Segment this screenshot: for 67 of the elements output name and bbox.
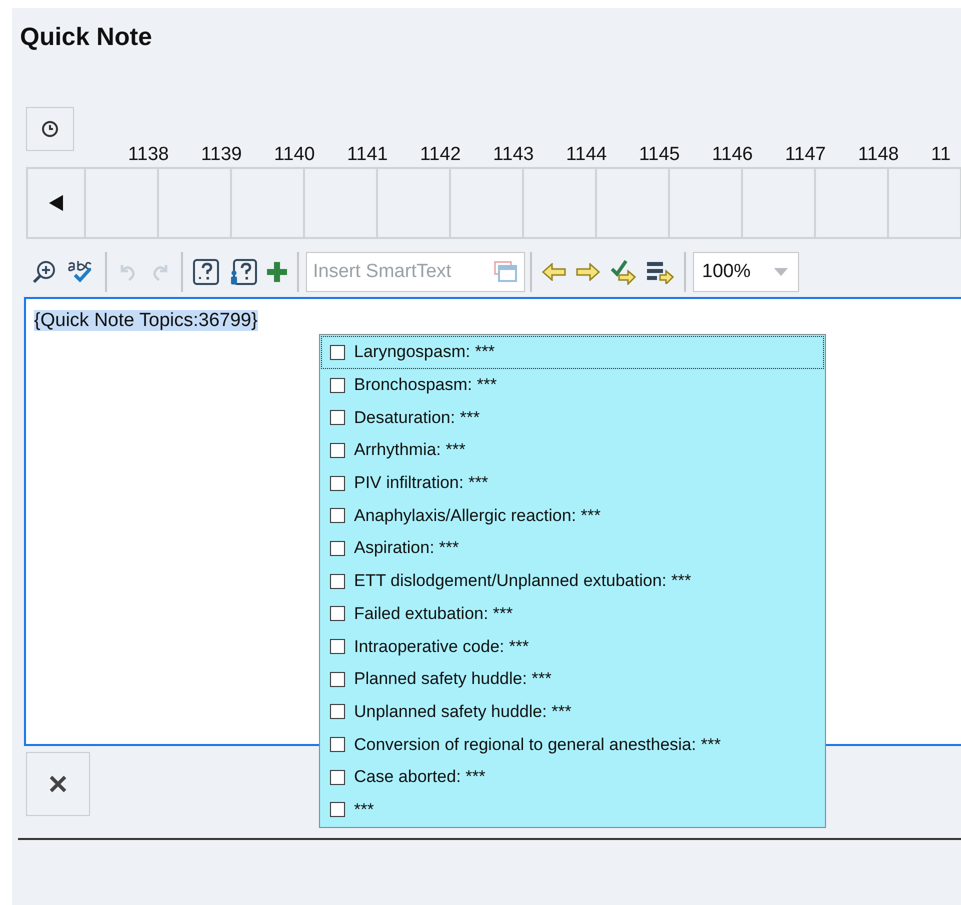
option-label: Desaturation: *** [354,408,480,428]
column-number: 1147 [784,143,827,167]
caret-icon [774,268,788,276]
option-label: Unplanned safety huddle: *** [354,702,572,722]
column-number: 1146 [711,143,754,167]
checkbox[interactable] [330,606,345,622]
checkbox[interactable] [330,770,345,785]
topic-option[interactable]: Anaphylaxis/Allergic reaction: *** [321,499,824,532]
topic-option[interactable]: PIV infiltration: *** [321,466,824,500]
topic-option[interactable]: Case aborted: *** [321,760,824,794]
option-label: Anaphylaxis/Allergic reaction: *** [354,506,601,526]
checkbox[interactable] [330,344,345,360]
topic-option[interactable]: Desaturation: *** [321,401,824,434]
checkbox[interactable] [330,476,345,491]
option-label: Bronchospasm: *** [354,375,497,396]
checkbox[interactable] [330,802,345,818]
checkbox[interactable] [330,378,345,393]
column-number: 1140 [273,143,316,167]
checkbox[interactable] [330,737,345,752]
topic-option[interactable]: Aspiration: *** [321,532,824,565]
previous-button[interactable] [26,167,85,239]
checkbox[interactable] [330,410,345,426]
topic-option[interactable]: Laryngospasm: *** [321,336,824,369]
option-label: PIV infiltration: *** [354,473,488,494]
topic-option[interactable]: Planned safety huddle: *** [321,662,824,696]
column-number: 1141 [346,143,389,167]
checkbox[interactable] [330,704,345,720]
option-label: Case aborted: *** [354,767,486,788]
column-number: 1138 [127,143,170,167]
checkbox[interactable] [330,672,345,687]
checkbox[interactable] [330,540,345,556]
option-label: Intraoperative code: *** [354,636,529,657]
column-number: 1143 [492,143,535,167]
topic-option[interactable]: Arrhythmia: *** [321,434,824,467]
topic-option[interactable]: Intraoperative code: *** [321,630,824,663]
smartlink-text: {Quick Note Topics:36799} [34,310,258,331]
zoom-dropdown[interactable]: 100% [693,252,799,292]
checkbox[interactable] [330,442,345,458]
option-label: Planned safety huddle: *** [354,669,552,690]
column-number: 1139 [200,143,243,167]
option-label: Arrhythmia: *** [354,440,466,460]
checkbox[interactable] [330,574,345,589]
column-number: 1144 [565,143,608,167]
checkbox[interactable] [330,639,345,654]
window-title: Quick Note [19,22,153,50]
option-label: Aspiration: *** [354,538,459,558]
topic-option[interactable]: *** [321,794,824,826]
windows-icon [494,261,518,283]
close-icon [49,775,67,793]
checkbox[interactable] [330,508,345,524]
option-label: ETT dislodgement/Unplanned extubation: *** [354,571,692,592]
clock-icon [41,120,59,138]
left-triangle-icon [49,195,63,211]
column-number: 1142 [419,143,462,167]
option-label: Failed extubation: *** [354,604,513,624]
topic-option[interactable]: ETT dislodgement/Unplanned extubation: *** [321,564,824,598]
topic-option[interactable]: Failed extubation: *** [321,598,824,630]
option-label: Laryngospasm: *** [354,342,495,362]
zoom-value: 100% [702,261,751,283]
close-button[interactable] [26,752,90,816]
option-label: *** [354,800,374,820]
clock-button[interactable] [26,107,74,151]
column-number: 1145 [638,143,681,167]
topic-option[interactable]: Unplanned safety huddle: *** [321,696,824,728]
column-number: 1148 [857,143,900,167]
column-number: 11 [930,143,952,167]
topic-option[interactable]: Bronchospasm: *** [321,368,824,402]
